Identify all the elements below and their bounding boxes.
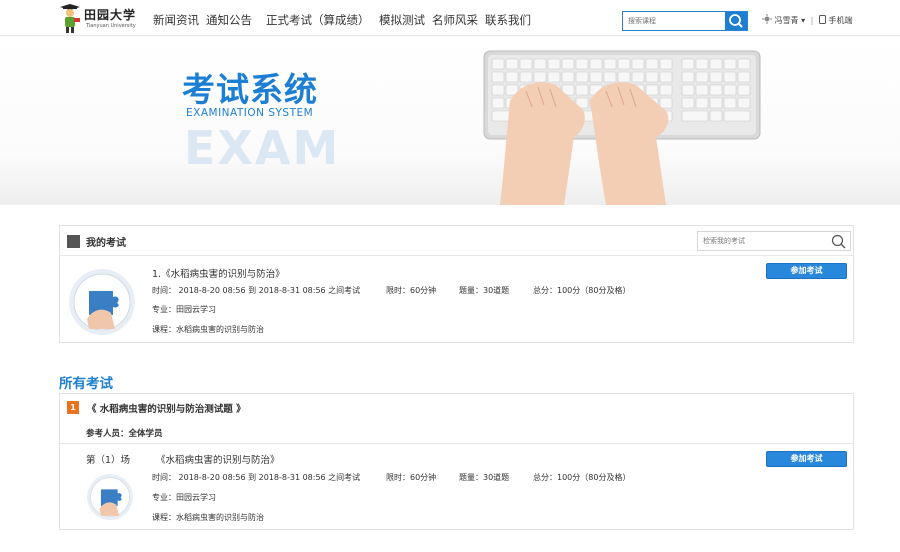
- hero-banner: 考试系统 EXAMINATION SYSTEM EXAM: [0, 37, 900, 205]
- user-caret[interactable]: ▾: [801, 16, 805, 25]
- search-icon: [729, 14, 743, 28]
- my-exams-search-input[interactable]: [698, 232, 826, 250]
- puzzle-hand-icon: [69, 269, 135, 335]
- course-search-input[interactable]: [623, 12, 725, 30]
- divider: [60, 443, 853, 444]
- exam-participants: 参考人员：全体学员: [86, 429, 163, 439]
- mobile-link[interactable]: 手机端: [828, 16, 852, 25]
- keyboard-hands-image: [483, 50, 761, 205]
- exam-group-title[interactable]: 《 水稻病虫害的识别与防治测试题 》: [87, 401, 246, 415]
- nav-mock-test[interactable]: 模拟测试: [379, 12, 425, 28]
- user-separator: |: [810, 16, 814, 25]
- user-icon: [762, 14, 772, 24]
- my-exams-title: 我的考试: [86, 238, 126, 249]
- exam-number-badge: 1: [67, 401, 79, 414]
- user-area: 冯雪青 ▾ | 手机端: [762, 14, 852, 26]
- mobile-icon: [818, 15, 826, 24]
- search-icon[interactable]: [831, 234, 846, 249]
- square-icon: [67, 235, 80, 248]
- exam-avatar: [87, 474, 133, 520]
- logo-subtext: Tianyuan University: [86, 23, 136, 29]
- banner-big-text: EXAM: [184, 121, 341, 175]
- banner-title: 考试系统: [182, 70, 318, 109]
- my-exam-count: 题量：30道题: [459, 286, 510, 295]
- my-exam-limit: 限时：60分钟: [386, 286, 437, 295]
- my-exams-header: 我的考试: [60, 226, 853, 256]
- course-search: [622, 11, 748, 31]
- university-logo[interactable]: 田园大学 Tianyuan University: [60, 4, 140, 34]
- puzzle-hand-icon: [87, 474, 133, 520]
- round-exam-name[interactable]: 《水稻病虫害的识别与防治》: [156, 452, 280, 466]
- join-exam-button[interactable]: 参加考试: [766, 263, 847, 279]
- round-exam-score: 总分：100分（80分及格）: [533, 473, 631, 482]
- nav-formal-exam[interactable]: 正式考试（算成绩）: [266, 12, 370, 28]
- round-exam-time: 时间： 2018-8-20 08:56 到 2018-8-31 08:56 之间…: [152, 473, 361, 482]
- nav-news[interactable]: 新闻资讯: [153, 12, 199, 28]
- exam-round: 第（1）场: [86, 455, 131, 466]
- banner-subtitle: EXAMINATION SYSTEM: [186, 107, 314, 119]
- nav-notices[interactable]: 通知公告: [206, 12, 252, 28]
- my-exam-time: 时间： 2018-8-20 08:56 到 2018-8-31 08:56 之间…: [152, 286, 361, 295]
- round-exam-limit: 限时：60分钟: [386, 473, 437, 482]
- exam-avatar: [69, 269, 135, 335]
- round-exam-count: 题量：30道题: [459, 473, 510, 482]
- nav-contact[interactable]: 联系我们: [485, 12, 531, 28]
- graduate-logo-icon: [60, 4, 80, 33]
- my-exams-search: [697, 231, 851, 251]
- my-exams-panel: 我的考试 1.《水稻病虫害的识别与防治》 时间： 2018-8-20 08:56…: [59, 225, 854, 343]
- my-exam-name[interactable]: 1.《水稻病虫害的识别与防治》: [152, 266, 285, 280]
- round-exam-major: 专业：田园云学习: [152, 493, 216, 502]
- round-exam-course: 课程：水稻病虫害的识别与防治: [152, 513, 264, 522]
- my-exam-score: 总分：100分（80分及格）: [533, 286, 631, 295]
- top-header: 田园大学 Tianyuan University 新闻资讯 通知公告 正式考试（…: [0, 0, 900, 36]
- user-name[interactable]: 冯雪青: [775, 16, 799, 25]
- my-exam-major: 专业：田园云学习: [152, 305, 216, 314]
- course-search-button[interactable]: [725, 12, 747, 30]
- nav-teachers[interactable]: 名师风采: [432, 12, 478, 28]
- all-exams-title: 所有考试: [59, 376, 113, 392]
- logo-text: 田园大学: [84, 8, 137, 22]
- my-exam-course: 课程：水稻病虫害的识别与防治: [152, 325, 264, 334]
- join-exam-button[interactable]: 参加考试: [766, 451, 847, 467]
- all-exams-panel: 1 《 水稻病虫害的识别与防治测试题 》 参考人员：全体学员 第（1）场 《水稻…: [59, 393, 854, 530]
